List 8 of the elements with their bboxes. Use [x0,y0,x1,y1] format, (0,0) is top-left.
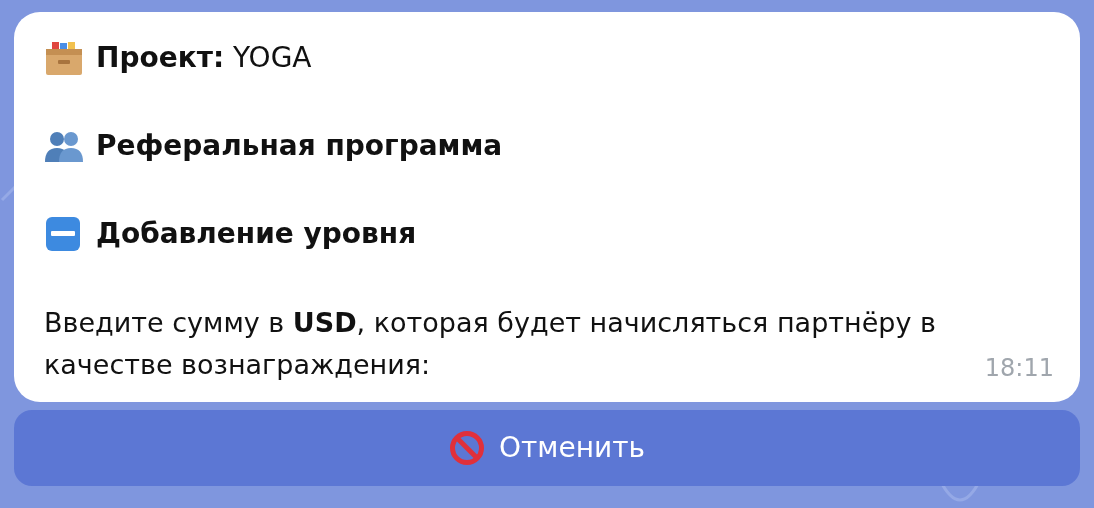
message-time: 18:11 [984,353,1054,384]
file-box-icon [44,40,84,76]
message-heading: Добавление уровня [96,216,417,252]
message-heading: Реферальная программа [96,128,503,164]
cancel-button[interactable]: Отменить [14,410,1080,486]
message-text: Введите сумму в USD, которая будет начисляться партнёру в качестве вознаграждения: [44,306,937,382]
prohibited-icon [449,430,485,466]
message-heading: Проект: YOGA [96,40,312,76]
